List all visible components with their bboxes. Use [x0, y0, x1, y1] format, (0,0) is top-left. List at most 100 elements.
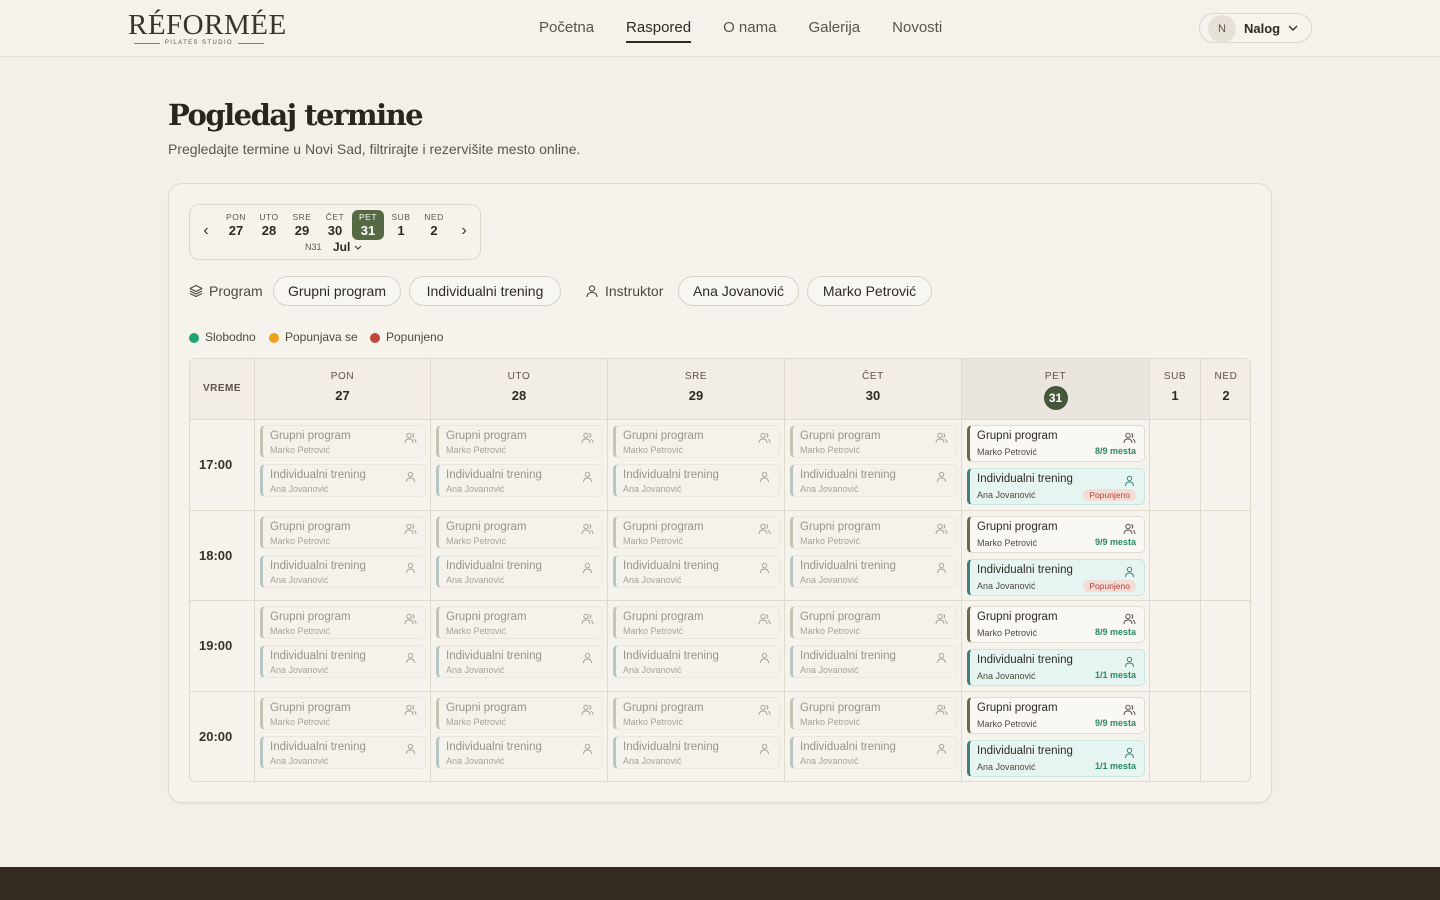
slot-group-program[interactable]: Grupni program Marko Petrović: [613, 606, 780, 639]
slot-individual-training[interactable]: Individualni trening Ana Jovanović: [260, 736, 426, 769]
nav-gallery[interactable]: Galerija: [808, 0, 860, 57]
slot-title: Individualni trening: [977, 654, 1073, 666]
slot-group-program[interactable]: Grupni program Marko Petrović: [436, 697, 603, 730]
slot-group-program[interactable]: Grupni program Marko Petrović: [260, 516, 426, 549]
user-icon: [1123, 746, 1136, 759]
filter-chip-ana-jovanovic[interactable]: Ana Jovanović: [678, 276, 799, 306]
main-nav: Početna Raspored O nama Galerija Novosti: [539, 0, 974, 57]
slot-title: Grupni program: [270, 611, 351, 623]
slot-individual-training[interactable]: Individualni trening Ana Jovanović: [790, 555, 957, 588]
slot-group-program[interactable]: Grupni program Marko Petrović: [436, 606, 603, 639]
slot-instructor: Marko Petrović: [623, 717, 684, 727]
slot-title: Individualni trening: [800, 560, 896, 572]
chevron-down-icon: [1288, 25, 1298, 31]
instructor-filter-label: Instruktor: [605, 283, 664, 299]
date-day-fri-selected[interactable]: PET 31: [352, 210, 384, 240]
slot-group-program[interactable]: Grupni program Marko Petrović: [613, 425, 780, 458]
slot-instructor: Ana Jovanović: [800, 665, 859, 675]
slot-group-program[interactable]: Grupni program Marko Petrović: [260, 425, 426, 458]
group-icon: [1123, 522, 1136, 535]
day-column-header-sat: SUB 1: [1150, 359, 1201, 420]
group-icon: [935, 612, 948, 625]
day-column-header-mon: PON 27: [255, 359, 431, 420]
group-icon: [935, 522, 948, 535]
slot-individual-training[interactable]: Individualni trening Ana Jovanović 1/1 mes…: [967, 740, 1145, 777]
slot-individual-training[interactable]: Individualni trening Ana Jovanović: [436, 464, 603, 497]
filter-chip-group-program[interactable]: Grupni program: [273, 276, 401, 306]
date-day-sun[interactable]: NED 2: [418, 210, 450, 240]
legend-dot-available: [189, 333, 199, 343]
slot-group-program[interactable]: Grupni program Marko Petrović 9/9 mesta: [967, 516, 1145, 553]
date-day-wed[interactable]: SRE 29: [286, 210, 318, 240]
row-divider: [190, 691, 1250, 692]
slot-instructor: Marko Petrović: [977, 538, 1038, 548]
slot-individual-training[interactable]: Individualni trening Ana Jovanović: [790, 645, 957, 678]
row-divider: [190, 510, 1250, 511]
slot-title: Grupni program: [977, 430, 1058, 442]
slot-group-program[interactable]: Grupni program Marko Petrović 8/9 mesta: [967, 606, 1145, 643]
day-column-header-fri: PET 31: [962, 359, 1150, 420]
slot-individual-training[interactable]: Individualni trening Ana Jovanović Popunje…: [967, 559, 1145, 596]
nav-home[interactable]: Početna: [539, 0, 594, 57]
slot-group-program[interactable]: Grupni program Marko Petrović: [613, 697, 780, 730]
slot-instructor: Ana Jovanović: [623, 756, 682, 766]
slot-individual-training[interactable]: Individualni trening Ana Jovanović: [260, 645, 426, 678]
slot-individual-training[interactable]: Individualni trening Ana Jovanović: [436, 555, 603, 588]
date-day-sat[interactable]: SUB 1: [385, 210, 417, 240]
slot-instructor: Ana Jovanović: [800, 484, 859, 494]
slot-group-program[interactable]: Grupni program Marko Petrović: [790, 697, 957, 730]
date-day-mon[interactable]: PON 27: [220, 210, 252, 240]
slot-individual-training[interactable]: Individualni trening Ana Jovanović: [613, 645, 780, 678]
slot-group-program[interactable]: Grupni program Marko Petrović: [436, 516, 603, 549]
slot-individual-training[interactable]: Individualni trening Ana Jovanović: [260, 464, 426, 497]
slot-group-program[interactable]: Grupni program Marko Petrović: [790, 425, 957, 458]
nav-news[interactable]: Novosti: [892, 0, 942, 57]
next-week-button[interactable]: ›: [457, 223, 471, 239]
slot-group-program[interactable]: Grupni program Marko Petrović 9/9 mesta: [967, 697, 1145, 734]
month-select[interactable]: Jul: [333, 240, 350, 254]
slot-individual-training[interactable]: Individualni trening Ana Jovanović: [436, 645, 603, 678]
slot-individual-training[interactable]: Individualni trening Ana Jovanović 1/1 mes…: [967, 649, 1145, 686]
nav-schedule[interactable]: Raspored: [626, 0, 692, 57]
slot-group-program[interactable]: Grupni program Marko Petrović: [613, 516, 780, 549]
slot-individual-training[interactable]: Individualni trening Ana Jovanović: [436, 736, 603, 769]
slot-individual-training[interactable]: Individualni trening Ana Jovanović: [613, 464, 780, 497]
nav-about[interactable]: O nama: [723, 0, 776, 57]
slot-group-program[interactable]: Grupni program Marko Petrović: [790, 516, 957, 549]
week-number: N31: [305, 242, 322, 252]
slot-individual-training[interactable]: Individualni trening Ana Jovanović: [790, 736, 957, 769]
legend-label-available: Slobodno: [205, 330, 256, 344]
footer: [0, 867, 1440, 900]
prev-week-button[interactable]: ‹: [199, 223, 213, 239]
slot-title: Individualni trening: [270, 469, 366, 481]
slot-individual-training[interactable]: Individualni trening Ana Jovanović: [613, 736, 780, 769]
slot-instructor: Ana Jovanović: [977, 581, 1036, 591]
user-icon: [758, 470, 771, 483]
user-icon: [935, 742, 948, 755]
slot-group-program[interactable]: Grupni program Marko Petrović: [260, 606, 426, 639]
time-label: 19:00: [199, 638, 233, 653]
slot-individual-training[interactable]: Individualni trening Ana Jovanović Popunje…: [967, 468, 1145, 505]
date-day-thu[interactable]: ČET 30: [319, 210, 351, 240]
account-menu-button[interactable]: N Nalog: [1199, 13, 1312, 43]
filter-chip-individual-training[interactable]: Individualni trening: [409, 276, 561, 306]
slot-group-program[interactable]: Grupni program Marko Petrović 8/9 mesta: [967, 425, 1145, 462]
slot-group-program[interactable]: Grupni program Marko Petrović: [436, 425, 603, 458]
slot-group-program[interactable]: Grupni program Marko Petrović: [260, 697, 426, 730]
slot-individual-training[interactable]: Individualni trening Ana Jovanović: [613, 555, 780, 588]
slot-individual-training[interactable]: Individualni trening Ana Jovanović: [260, 555, 426, 588]
group-icon: [1123, 431, 1136, 444]
slot-title: Grupni program: [270, 430, 351, 442]
slot-group-program[interactable]: Grupni program Marko Petrović: [790, 606, 957, 639]
slot-title: Individualni trening: [623, 469, 719, 481]
filter-chip-marko-petrovic[interactable]: Marko Petrović: [807, 276, 932, 306]
slot-instructor: Ana Jovanović: [270, 665, 329, 675]
slot-individual-training[interactable]: Individualni trening Ana Jovanović: [790, 464, 957, 497]
logo[interactable]: RÉFORMÉE PILATES STUDIO: [128, 10, 286, 48]
user-icon: [581, 470, 594, 483]
slot-title: Individualni trening: [977, 564, 1073, 576]
slot-instructor: Marko Petrović: [446, 626, 507, 636]
user-icon: [758, 742, 771, 755]
date-day-tue[interactable]: UTO 28: [253, 210, 285, 240]
slot-title: Individualni trening: [977, 745, 1073, 757]
